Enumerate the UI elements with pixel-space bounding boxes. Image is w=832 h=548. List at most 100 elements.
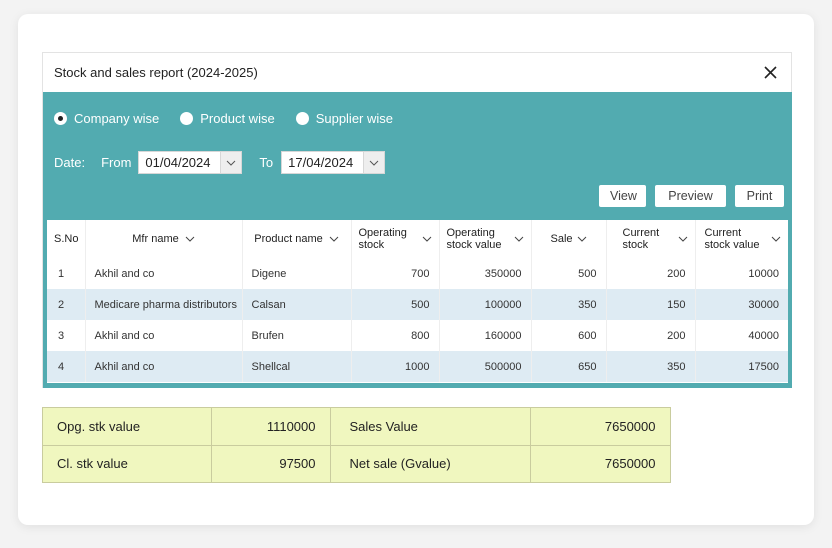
- cell-current-stock-value: 40000: [748, 329, 779, 342]
- cell-mfr-name: Medicare pharma distributors: [85, 289, 243, 320]
- date-label: Date:: [54, 155, 86, 170]
- column-header-label: stock value: [446, 239, 502, 251]
- cell-operating-stock-value: 500000: [439, 351, 532, 382]
- cell-current-stock: 200: [606, 258, 696, 289]
- column-header-label: Operating: [358, 227, 407, 239]
- radio-dot: [58, 116, 63, 121]
- radio-button[interactable]: [295, 112, 309, 125]
- column-header-operating-stock-value[interactable]: Operating stock value: [439, 220, 532, 258]
- dialog-title: Stock and sales report (2024-2025): [54, 65, 258, 80]
- chevron-down-icon[interactable]: [514, 236, 524, 242]
- radio-company-wise[interactable]: Company wise: [54, 111, 159, 126]
- view-button[interactable]: View: [599, 185, 646, 207]
- chevron-down-icon[interactable]: [329, 236, 339, 242]
- cell-current-stock-value: 10000: [748, 267, 779, 280]
- chevron-down-icon: [369, 160, 379, 166]
- print-button[interactable]: Print: [735, 185, 784, 207]
- cell-sno: 3: [47, 320, 86, 351]
- cell-current-stock: 350: [606, 351, 696, 382]
- cell-product-name: Shellcal: [242, 351, 352, 382]
- radio-label: Supplier wise: [315, 111, 394, 126]
- column-header-label: stock: [622, 239, 649, 251]
- cell-current-stock-value: 17500: [748, 360, 779, 373]
- sales-value-label: Sales Value: [330, 408, 531, 446]
- cell-product-name: Digene: [242, 258, 352, 289]
- opg-stk-value-label: Opg. stk value: [43, 408, 212, 446]
- net-sale-label: Net sale (Gvalue): [330, 445, 531, 482]
- cell-mfr-name: Akhil and co: [85, 258, 243, 289]
- to-date-input[interactable]: [282, 152, 364, 173]
- chevron-down-icon[interactable]: [771, 236, 781, 242]
- date-range: Date: From To: [54, 151, 386, 174]
- net-sale-value: 7650000: [530, 445, 671, 482]
- column-header-label: Operating: [446, 227, 495, 239]
- filter-panel: Company wise Product wise Supplier wise …: [43, 92, 792, 388]
- table-row[interactable]: 1 Akhil and co Digene 700 350000 500 200…: [47, 258, 788, 289]
- cell-sale: 650: [531, 351, 607, 382]
- report-type-radio-group: Company wise Product wise Supplier wise: [54, 111, 414, 126]
- cell-mfr-name: Akhil and co: [85, 320, 243, 351]
- chevron-down-icon[interactable]: [185, 236, 195, 242]
- preview-button[interactable]: Preview: [655, 185, 726, 207]
- close-icon: [763, 66, 777, 79]
- cell-operating-stock: 800: [351, 320, 440, 351]
- column-header-product-name[interactable]: Product name: [242, 220, 352, 258]
- column-header-operating-stock[interactable]: Operating stock: [351, 220, 440, 258]
- from-date-dropdown[interactable]: [220, 152, 242, 173]
- column-header-label: S.No: [54, 233, 79, 245]
- column-header-current-stock-value[interactable]: Current stock value: [695, 220, 788, 258]
- to-date-dropdown[interactable]: [363, 152, 385, 173]
- sales-value: 7650000: [530, 408, 671, 446]
- from-label: From: [101, 155, 132, 170]
- cell-product-name: Calsan: [242, 289, 352, 320]
- from-date-picker[interactable]: [138, 151, 243, 174]
- table-row[interactable]: 3 Akhil and co Brufen 800 160000 600 200…: [47, 320, 788, 351]
- table-row[interactable]: 2 Medicare pharma distributors Calsan 50…: [47, 289, 788, 320]
- column-header-mfr-name[interactable]: Mfr name: [85, 220, 243, 258]
- cell-operating-stock: 700: [351, 258, 440, 289]
- cell-sno: 1: [47, 258, 86, 289]
- cell-sale: 500: [531, 258, 607, 289]
- summary-row: Opg. stk value 1110000 Sales Value 76500…: [43, 408, 671, 446]
- radio-product-wise[interactable]: Product wise: [180, 111, 275, 126]
- chevron-down-icon[interactable]: [678, 236, 688, 242]
- column-header-label: Product name: [254, 233, 323, 245]
- column-header-sno[interactable]: S.No: [47, 220, 86, 258]
- chevron-down-icon[interactable]: [577, 236, 587, 242]
- radio-label: Product wise: [200, 111, 275, 126]
- summary-panel: Opg. stk value 1110000 Sales Value 76500…: [42, 407, 671, 483]
- report-table: S.No Mfr name Product name Operating stoc…: [47, 220, 788, 383]
- cell-operating-stock-value: 350000: [439, 258, 532, 289]
- to-date-picker[interactable]: [281, 151, 386, 174]
- column-header-label: stock value: [704, 239, 760, 251]
- cell-sno: 2: [47, 289, 86, 320]
- cell-current-stock-value: 30000: [748, 298, 779, 311]
- to-label: To: [259, 155, 274, 170]
- cell-sno: 4: [47, 351, 86, 382]
- opg-stk-value: 1110000: [211, 408, 331, 446]
- summary-row: Cl. stk value 97500 Net sale (Gvalue) 76…: [43, 445, 671, 482]
- cell-operating-stock-value: 100000: [439, 289, 532, 320]
- cl-stk-value-label: Cl. stk value: [43, 445, 212, 482]
- table-row[interactable]: 4 Akhil and co Shellcal 1000 500000 650 …: [47, 351, 788, 382]
- column-header-label: Sale: [550, 233, 573, 245]
- radio-button[interactable]: [180, 112, 194, 125]
- report-dialog: Stock and sales report (2024-2025) Compa…: [42, 52, 792, 388]
- column-header-label: Mfr name: [132, 233, 179, 245]
- cell-operating-stock: 500: [351, 289, 440, 320]
- close-button[interactable]: [761, 64, 779, 82]
- action-buttons: View Preview Print: [590, 185, 784, 207]
- chevron-down-icon[interactable]: [422, 236, 432, 242]
- column-header-sale[interactable]: Sale: [531, 220, 607, 258]
- cl-stk-value: 97500: [211, 445, 331, 482]
- cell-operating-stock-value: 160000: [439, 320, 532, 351]
- column-header-current-stock[interactable]: Current stock: [606, 220, 696, 258]
- radio-button-selected[interactable]: [54, 112, 67, 125]
- from-date-input[interactable]: [139, 152, 221, 173]
- column-header-label: Current: [704, 227, 742, 239]
- table-header-row: S.No Mfr name Product name Operating stoc…: [47, 220, 788, 258]
- cell-mfr-name: Akhil and co: [85, 351, 243, 382]
- column-header-label: stock: [358, 239, 385, 251]
- cell-current-stock: 150: [606, 289, 696, 320]
- radio-supplier-wise[interactable]: Supplier wise: [295, 111, 394, 126]
